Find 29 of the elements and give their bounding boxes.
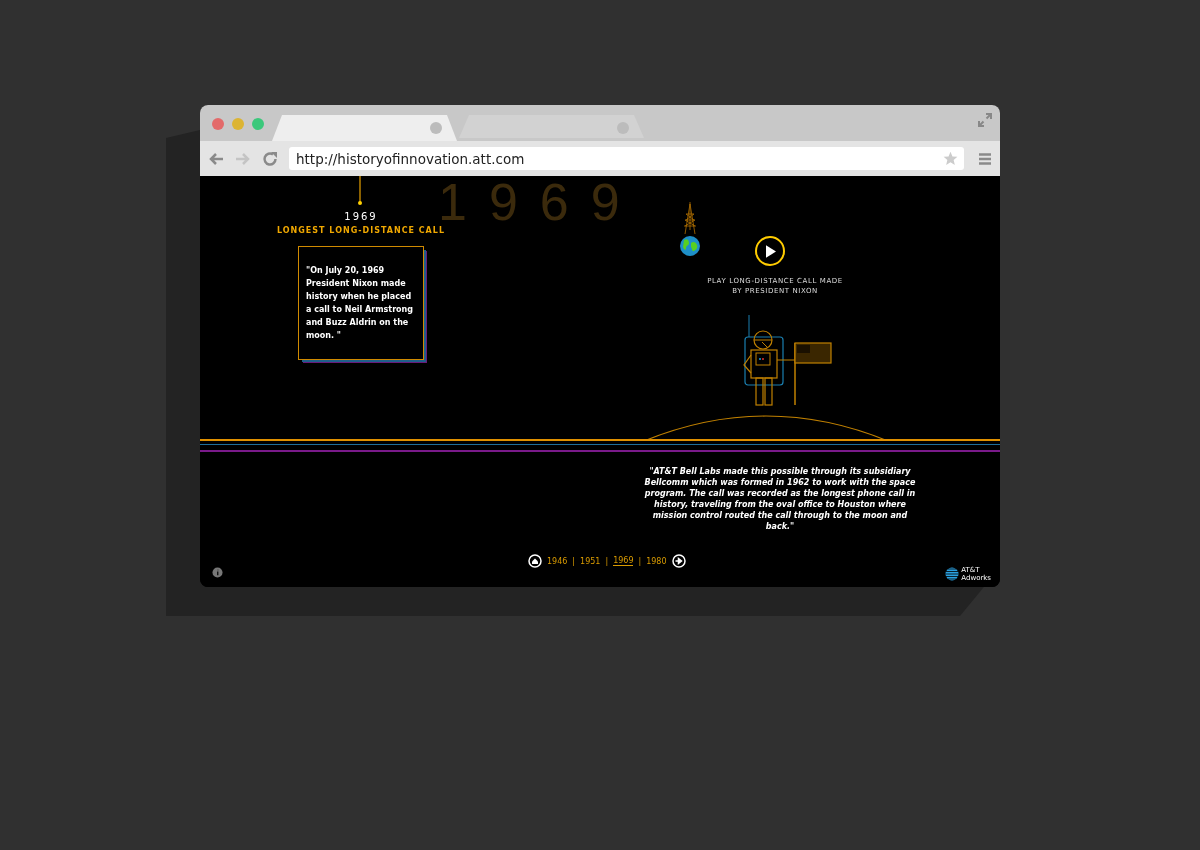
quote-text: "On July 20, 1969 President Nixon made history when he placed a call to Neil Armstrong and Buzz Aldrin on the moon. " xyxy=(306,265,414,342)
reload-icon[interactable] xyxy=(262,150,278,167)
back-icon[interactable] xyxy=(208,150,224,167)
tab-close-icon[interactable] xyxy=(430,122,442,134)
separator: | xyxy=(605,556,609,566)
timeline-year-link[interactable]: 1951 xyxy=(580,556,601,566)
play-button[interactable] xyxy=(755,236,785,266)
star-icon[interactable] xyxy=(943,151,958,166)
close-icon[interactable] xyxy=(212,118,224,130)
home-button[interactable] xyxy=(528,554,542,568)
maximize-icon[interactable] xyxy=(252,118,264,130)
separator: | xyxy=(638,556,642,566)
timeline-year-link[interactable]: 1980 xyxy=(646,556,667,566)
address-field[interactable]: http://historyofinnovation.att.com xyxy=(289,147,964,170)
timeline-year-link[interactable]: 1969 xyxy=(613,556,634,566)
minimize-icon[interactable] xyxy=(232,118,244,130)
timeline-year-link[interactable]: 1946 xyxy=(547,556,568,566)
expand-icon[interactable] xyxy=(978,113,992,127)
milestone-title: LONGEST LONG-DISTANCE CALL xyxy=(276,226,446,235)
menu-icon[interactable] xyxy=(978,151,992,166)
play-icon xyxy=(766,244,776,258)
next-button[interactable] xyxy=(671,554,686,568)
timeline-pin-icon xyxy=(357,176,363,206)
separator: | xyxy=(572,556,576,566)
milestone-year: 1969 xyxy=(343,211,379,222)
striped-globe-icon xyxy=(945,567,960,581)
description-text: "AT&T Bell Labs made this possible through its subsidiary Bellcomm which was formed in 1962 to work with the space program. The call was recorded as the longest phone call in history, traveling from the oval office to Houston where mission control routed the call through to the moon and back." xyxy=(643,466,917,532)
forward-icon[interactable] xyxy=(235,150,251,167)
info-icon[interactable] xyxy=(212,567,223,578)
